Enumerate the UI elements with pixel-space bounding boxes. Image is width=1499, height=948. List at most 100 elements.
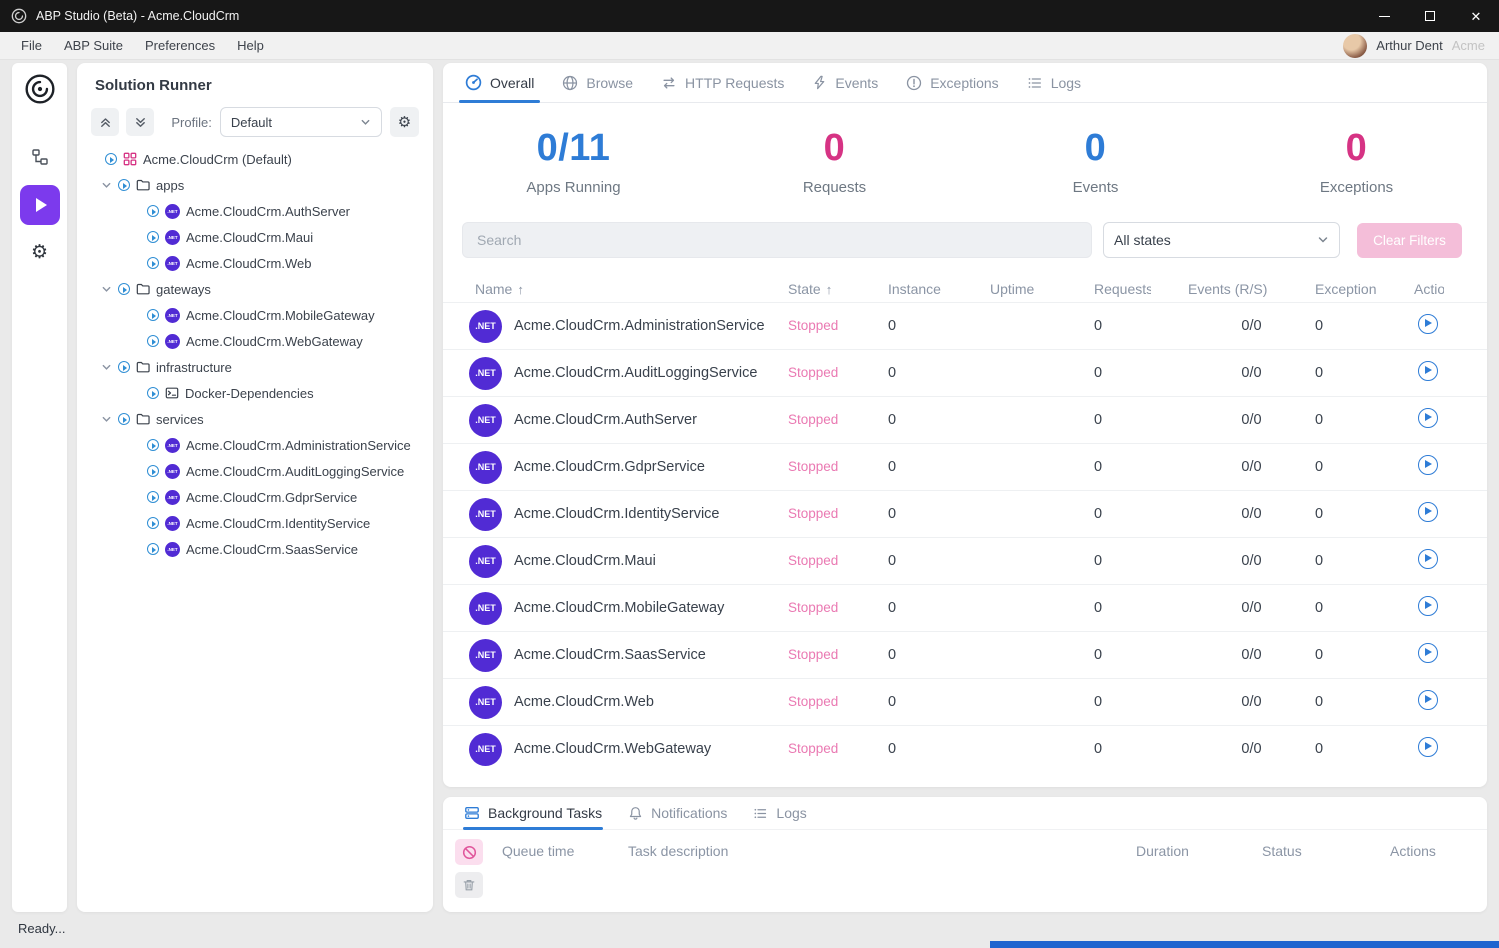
cancel-tasks-button[interactable] — [455, 839, 483, 865]
column-name[interactable]: Name ↑ — [475, 281, 788, 297]
column-state[interactable]: State ↑ — [788, 281, 888, 297]
start-app-button[interactable] — [1418, 596, 1438, 616]
tab-background-tasks[interactable]: Background Tasks — [451, 797, 615, 829]
tab-http-requests[interactable]: HTTP Requests — [647, 63, 798, 102]
chevron-down-icon — [1317, 234, 1329, 246]
requests-count: 0 — [1094, 365, 1188, 381]
table-row[interactable]: .NETAcme.CloudCrm.Maui Stopped 0 0 0/0 0 — [443, 537, 1487, 584]
filter-row: All states Clear Filters — [462, 222, 1468, 258]
menu-item-help[interactable]: Help — [226, 38, 275, 53]
gauge-icon — [465, 74, 482, 91]
start-app-button[interactable] — [1418, 549, 1438, 569]
background-tasks-body: Queue time Task description Duration Sta… — [443, 830, 1487, 910]
service-name: Acme.CloudCrm.SaasService — [514, 647, 706, 663]
play-circle-icon — [147, 257, 159, 269]
instance-count: 0 — [888, 506, 990, 522]
tree-item[interactable]: .NET Acme.CloudCrm.AuditLoggingService — [77, 458, 433, 484]
tab-label: Logs — [1051, 75, 1081, 91]
state-filter-select[interactable]: All states — [1103, 222, 1340, 258]
start-app-button[interactable] — [1418, 690, 1438, 710]
maximize-button[interactable] — [1407, 0, 1453, 32]
main-tabs: Overall Browse HTTP Requests Events Exce… — [443, 63, 1487, 103]
rail-item-settings[interactable]: ⚙ — [31, 241, 48, 264]
tree-item[interactable]: .NET Acme.CloudCrm.IdentityService — [77, 510, 433, 536]
exceptions-count: 0 — [1315, 318, 1414, 334]
lightning-icon — [812, 75, 827, 90]
tree-root-item[interactable]: Acme.CloudCrm (Default) — [77, 146, 433, 172]
tab-logs[interactable]: Logs — [1013, 63, 1095, 102]
tab-notifications[interactable]: Notifications — [615, 797, 740, 829]
chevrons-up-icon — [99, 116, 112, 129]
column-requests: Requests — [1094, 281, 1188, 297]
dotnet-icon: .NET — [165, 490, 180, 505]
tree-item[interactable]: .NET Acme.CloudCrm.WebGateway — [77, 328, 433, 354]
expand-all-button[interactable] — [126, 108, 154, 136]
start-app-button[interactable] — [1418, 737, 1438, 757]
column-queue-time: Queue time — [502, 843, 574, 859]
user-avatar[interactable] — [1343, 34, 1367, 58]
rail-item-solution-runner[interactable] — [20, 185, 60, 225]
table-row[interactable]: .NETAcme.CloudCrm.AdministrationService … — [443, 302, 1487, 349]
tab-exceptions[interactable]: Exceptions — [892, 63, 1012, 102]
tree-item[interactable]: .NET Acme.CloudCrm.GdprService — [77, 484, 433, 510]
stat-label: Exceptions — [1226, 179, 1487, 196]
table-row[interactable]: .NETAcme.CloudCrm.WebGateway Stopped 0 0… — [443, 725, 1487, 772]
tree-item[interactable]: .NET Acme.CloudCrm.MobileGateway — [77, 302, 433, 328]
tab-overall[interactable]: Overall — [451, 63, 548, 102]
instance-count: 0 — [888, 741, 990, 757]
clear-filters-button[interactable]: Clear Filters — [1357, 223, 1462, 258]
dotnet-icon: .NET — [469, 310, 502, 343]
search-input[interactable] — [462, 222, 1092, 258]
start-app-button[interactable] — [1418, 314, 1438, 334]
close-button[interactable]: ✕ — [1453, 0, 1499, 32]
menu-item-preferences[interactable]: Preferences — [134, 38, 226, 53]
menu-item-abp-suite[interactable]: ABP Suite — [53, 38, 134, 53]
tab-logs-bottom[interactable]: Logs — [740, 797, 819, 829]
menu-item-file[interactable]: File — [10, 38, 53, 53]
events-count: 0/0 — [1188, 412, 1315, 428]
tree-group-services[interactable]: services — [77, 406, 433, 432]
tree-item[interactable]: Docker-Dependencies — [77, 380, 433, 406]
table-row[interactable]: .NETAcme.CloudCrm.AuditLoggingService St… — [443, 349, 1487, 396]
exceptions-count: 0 — [1315, 365, 1414, 381]
collapse-all-button[interactable] — [91, 108, 119, 136]
table-row[interactable]: .NETAcme.CloudCrm.SaasService Stopped 0 … — [443, 631, 1487, 678]
table-row[interactable]: .NETAcme.CloudCrm.IdentityService Stoppe… — [443, 490, 1487, 537]
tree-item[interactable]: .NET Acme.CloudCrm.AuthServer — [77, 198, 433, 224]
rail-item-solution-explorer[interactable] — [31, 148, 49, 171]
tree-item[interactable]: .NET Acme.CloudCrm.AdministrationService — [77, 432, 433, 458]
table-row[interactable]: .NETAcme.CloudCrm.MobileGateway Stopped … — [443, 584, 1487, 631]
status-text: Ready... — [18, 921, 65, 936]
table-row[interactable]: .NETAcme.CloudCrm.Web Stopped 0 0 0/0 0 — [443, 678, 1487, 725]
tree-item[interactable]: .NET Acme.CloudCrm.Web — [77, 250, 433, 276]
tree-group-gateways[interactable]: gateways — [77, 276, 433, 302]
minimize-button[interactable] — [1361, 0, 1407, 32]
column-instance: Instance — [888, 281, 990, 297]
tab-events[interactable]: Events — [798, 63, 892, 102]
play-circle-icon — [147, 387, 159, 399]
dotnet-icon: .NET — [165, 542, 180, 557]
tree-group-apps[interactable]: apps — [77, 172, 433, 198]
profile-select[interactable]: Default — [220, 107, 382, 137]
start-app-button[interactable] — [1418, 361, 1438, 381]
requests-count: 0 — [1094, 694, 1188, 710]
start-app-button[interactable] — [1418, 643, 1438, 663]
play-circle-icon — [147, 465, 159, 477]
tree-item[interactable]: .NET Acme.CloudCrm.Maui — [77, 224, 433, 250]
tab-browse[interactable]: Browse — [548, 63, 647, 102]
start-app-button[interactable] — [1418, 408, 1438, 428]
solution-runner-panel: Solution Runner Profile: Default ⚙ — [77, 63, 433, 912]
exceptions-count: 0 — [1315, 553, 1414, 569]
table-row[interactable]: .NETAcme.CloudCrm.GdprService Stopped 0 … — [443, 443, 1487, 490]
exceptions-count: 0 — [1315, 694, 1414, 710]
clear-tasks-button[interactable] — [455, 872, 483, 898]
runner-toolbar: Profile: Default ⚙ — [91, 107, 419, 137]
dotnet-icon: .NET — [469, 733, 502, 766]
start-app-button[interactable] — [1418, 502, 1438, 522]
tree-item[interactable]: .NET Acme.CloudCrm.SaasService — [77, 536, 433, 562]
table-row[interactable]: .NETAcme.CloudCrm.AuthServer Stopped 0 0… — [443, 396, 1487, 443]
start-app-button[interactable] — [1418, 455, 1438, 475]
service-name: Acme.CloudCrm.AdministrationService — [514, 318, 765, 334]
tree-group-infrastructure[interactable]: infrastructure — [77, 354, 433, 380]
profile-settings-button[interactable]: ⚙ — [390, 107, 419, 137]
